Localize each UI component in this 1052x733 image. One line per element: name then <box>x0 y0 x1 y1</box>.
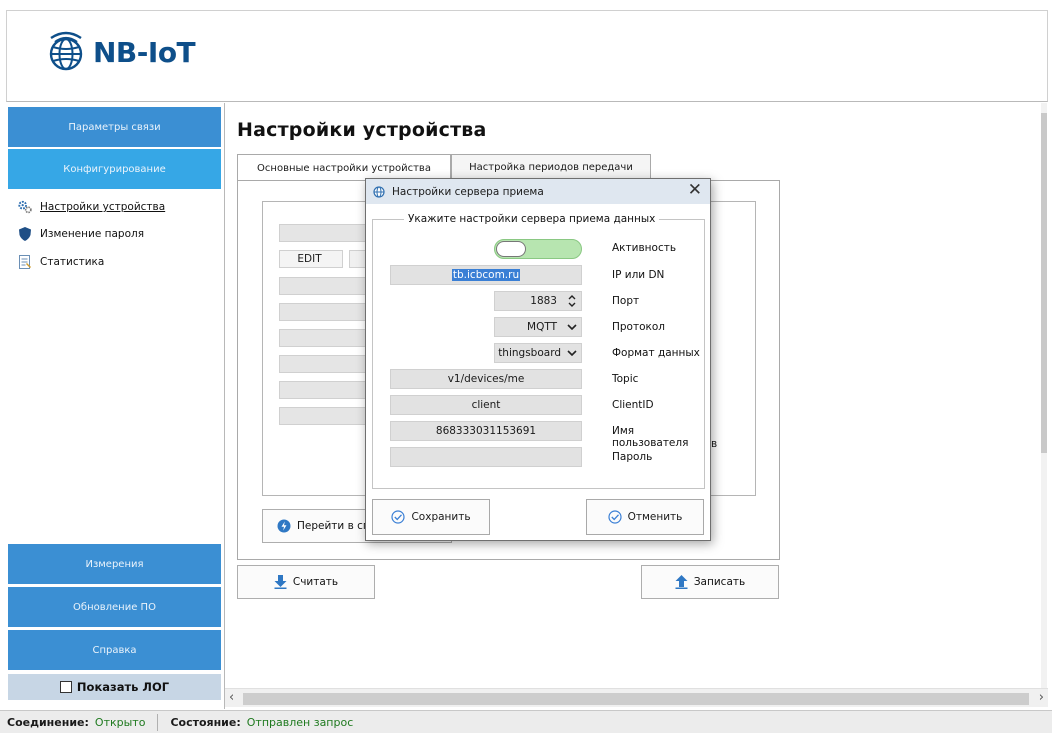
show-log-label: Показать ЛОГ <box>76 680 170 694</box>
shield-icon <box>18 227 32 241</box>
cancel-button-label: Отменить <box>627 511 683 523</box>
ip-input[interactable]: tb.icbcom.ru <box>390 265 582 285</box>
tab-basic-settings[interactable]: Основные настройки устройства <box>237 154 451 181</box>
check-circle-icon <box>608 510 622 524</box>
goto-button-label: Перейти в сп <box>297 520 370 532</box>
scroll-right-icon[interactable]: › <box>1039 690 1044 705</box>
page-title: Настройки устройства <box>237 119 487 141</box>
horizontal-scrollbar[interactable]: ‹ › <box>225 688 1048 707</box>
tab-transmission-periods[interactable]: Настройка периодов передачи <box>451 154 651 180</box>
globe-icon <box>49 31 83 71</box>
nav-measurements[interactable]: Измерения <box>8 544 221 584</box>
vertical-scrollbar[interactable] <box>1041 103 1047 688</box>
data-format-label: Формат данных <box>612 347 700 359</box>
close-icon[interactable]: ✕ <box>688 180 702 200</box>
download-arrow-icon <box>274 575 287 589</box>
nav-connection-params[interactable]: Параметры связи <box>8 107 221 147</box>
sidebar-item-label: Статистика <box>40 256 105 268</box>
spin-arrows-icon[interactable] <box>565 294 579 308</box>
globe-icon <box>373 185 385 198</box>
connection-label: Соединение: <box>7 715 89 729</box>
status-separator <box>157 713 159 731</box>
server-settings-dialog: Настройки сервера приема ✕ Укажите настр… <box>365 178 711 541</box>
group-legend: Укажите настройки сервера приема данных <box>404 213 660 225</box>
gears-icon <box>18 200 32 214</box>
sidebar-item-change-password[interactable]: Изменение пароля <box>18 225 144 243</box>
dialog-titlebar[interactable]: Настройки сервера приема ✕ <box>366 179 710 204</box>
port-spinbox[interactable]: 1883 <box>494 291 582 311</box>
save-button-label: Сохранить <box>411 511 471 523</box>
password-label: Пароль <box>612 451 653 463</box>
sidebar-item-label: Изменение пароля <box>40 228 145 240</box>
sidebar: Параметры связи Конфигурирование Настрой… <box>6 103 222 709</box>
chevron-down-icon <box>565 350 579 356</box>
save-button[interactable]: Сохранить <box>372 499 490 535</box>
topic-label: Topic <box>612 373 639 385</box>
port-label: Порт <box>612 295 640 307</box>
partial-label: в <box>711 438 718 450</box>
username-input[interactable]: 868333031153691 <box>390 421 582 441</box>
protocol-label: Протокол <box>612 321 666 333</box>
logo-text: NB-IoT <box>93 35 196 69</box>
scroll-thumb[interactable] <box>243 693 1029 705</box>
write-button[interactable]: Записать <box>641 565 779 599</box>
active-toggle[interactable] <box>494 239 582 259</box>
app-header: NB-IoT <box>6 10 1048 102</box>
show-log-toggle[interactable]: Показать ЛОГ <box>8 674 221 700</box>
read-button[interactable]: Считать <box>237 565 375 599</box>
sidebar-item-statistics[interactable]: Статистика <box>18 253 104 271</box>
topic-input[interactable]: v1/devices/me <box>390 369 582 389</box>
password-input[interactable] <box>390 447 582 467</box>
sidebar-item-device-settings[interactable]: Настройки устройства <box>18 198 165 216</box>
cancel-button[interactable]: Отменить <box>586 499 704 535</box>
username-label: Имя пользователя <box>612 425 689 449</box>
power-icon <box>277 519 291 533</box>
check-circle-icon <box>391 510 406 524</box>
scroll-left-icon[interactable]: ‹ <box>229 690 234 705</box>
show-log-checkbox[interactable] <box>59 681 72 693</box>
dialog-title: Настройки сервера приема <box>392 185 544 198</box>
state-label: Состояние: <box>170 715 241 729</box>
chevron-down-icon <box>565 324 579 330</box>
nav-configuration[interactable]: Конфигурирование <box>8 149 221 189</box>
read-button-label: Считать <box>292 576 339 588</box>
nav-help[interactable]: Справка <box>8 630 221 670</box>
connection-value: Открыто <box>94 715 146 729</box>
document-icon <box>18 255 32 269</box>
upload-arrow-icon <box>675 575 688 589</box>
ip-label: IP или DN <box>612 269 665 281</box>
client-id-label: ClientID <box>612 399 654 411</box>
edit-button[interactable]: EDIT <box>279 250 343 268</box>
write-button-label: Записать <box>693 576 746 588</box>
data-format-select[interactable]: thingsboard <box>494 343 582 363</box>
client-id-input[interactable]: client <box>390 395 582 415</box>
active-label: Активность <box>612 242 677 254</box>
protocol-select[interactable]: MQTT <box>494 317 582 337</box>
logo: NB-IoT <box>43 29 196 75</box>
nav-firmware-update[interactable]: Обновление ПО <box>8 587 221 627</box>
status-bar: Соединение: Открыто Состояние: Отправлен… <box>0 710 1052 733</box>
state-value: Отправлен запрос <box>246 715 354 729</box>
sidebar-item-label: Настройки устройства <box>40 201 166 213</box>
